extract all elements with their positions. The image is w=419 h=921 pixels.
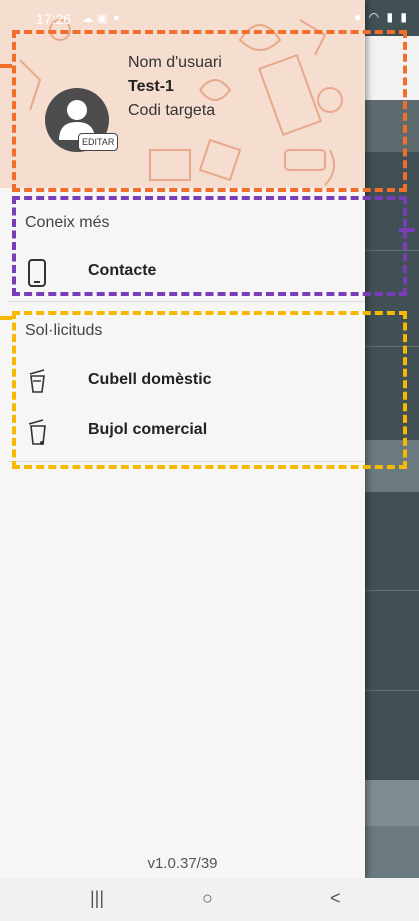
system-navbar: ||| ○ < [0, 878, 419, 921]
background-band [365, 100, 419, 152]
image-icon: ▣ [97, 13, 108, 25]
menu-item-contacte[interactable]: Contacte [0, 248, 365, 294]
menu-item-label: Contacte [88, 262, 157, 279]
annotation-tick-orange [0, 64, 12, 68]
cloud-icon: ☁ [82, 13, 93, 25]
menu-item-bujol-comercial[interactable]: Bujol comercial [0, 407, 365, 453]
edit-profile-button[interactable]: EDITAR [78, 133, 119, 151]
phone-icon [27, 259, 47, 292]
background-bar [365, 440, 419, 492]
section-title-coneix-mes: Coneix més [25, 214, 110, 231]
app-notification-icon: ● [113, 12, 120, 24]
bucket-icon [27, 368, 47, 399]
background-footer-tab[interactable] [365, 826, 419, 878]
bin-icon [27, 418, 47, 451]
back-button[interactable]: < [330, 888, 341, 909]
status-bar: 17:26 ☁ ▣ ● ● ◠ ▮ ▮ [0, 0, 419, 36]
divider [8, 461, 365, 462]
recents-button[interactable]: ||| [90, 888, 104, 909]
system-icons: ● ◠ ▮ ▮ [354, 10, 409, 24]
card-code-label: Codi targeta [128, 102, 216, 119]
app-version: v1.0.37/39 [147, 855, 218, 872]
annotation-tick-purple [399, 228, 415, 232]
username-value: Test-1 [128, 78, 174, 95]
menu-item-cubell-domestic[interactable]: Cubell domèstic [0, 357, 365, 403]
annotation-tick-yellow [0, 316, 12, 320]
background-header [365, 36, 419, 100]
username-label: Nom d'usuari [128, 54, 222, 71]
navigation-drawer: EDITAR Nom d'usuari Test-1 Codi targeta … [0, 0, 365, 878]
divider [8, 301, 365, 302]
section-title-sollicituds: Sol·licituds [25, 322, 103, 339]
status-time: 17:26 [36, 11, 72, 27]
menu-item-label: Bujol comercial [88, 421, 208, 438]
menu-item-label: Cubell domèstic [88, 371, 212, 388]
home-button[interactable]: ○ [202, 888, 213, 909]
background-footer [365, 780, 419, 826]
